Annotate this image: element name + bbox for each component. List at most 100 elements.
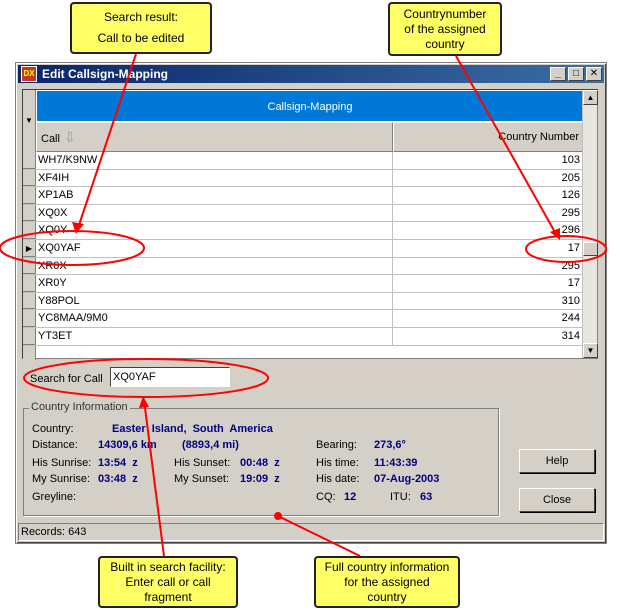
table-row[interactable]: XQ0Y 296 bbox=[23, 222, 584, 240]
callout-line: Call to be edited bbox=[97, 31, 185, 45]
row-indicator[interactable] bbox=[23, 169, 36, 187]
cell-call[interactable]: XR0X bbox=[36, 257, 393, 275]
distance-mi-value: (8893,4 mi) bbox=[182, 439, 239, 451]
scroll-thumb[interactable] bbox=[583, 242, 598, 256]
my-sunrise-value: 03:48 z bbox=[98, 473, 138, 485]
my-sunset-label: My Sunset: bbox=[174, 473, 230, 485]
table-row[interactable]: XP1AB 126 bbox=[23, 187, 584, 205]
callout-line: Countrynumber bbox=[403, 6, 487, 21]
row-indicator[interactable] bbox=[23, 187, 36, 204]
cell-call[interactable]: WH7/K9NW bbox=[36, 152, 393, 169]
cell-country-number[interactable]: 314 bbox=[393, 328, 584, 345]
callsign-grid: ▼ Callsign-Mapping Call ⇩ Country Number … bbox=[22, 89, 598, 360]
table-row[interactable]: XR0X 295 bbox=[23, 257, 584, 276]
row-indicator[interactable] bbox=[23, 275, 36, 292]
callout-line: country bbox=[425, 36, 465, 51]
itu-label: ITU: bbox=[390, 491, 411, 503]
callout-line: Built in search facility: bbox=[110, 559, 226, 574]
country-value: Easter Island, South America bbox=[112, 423, 273, 435]
scroll-up-icon[interactable]: ▲ bbox=[583, 90, 598, 105]
maximize-button[interactable]: □ bbox=[568, 67, 584, 81]
column-header-country-number[interactable]: Country Number bbox=[393, 122, 584, 152]
row-indicator[interactable] bbox=[23, 327, 36, 345]
vertical-scrollbar[interactable]: ▲ ▼ bbox=[582, 90, 598, 358]
grid-band-title: Callsign-Mapping bbox=[36, 90, 584, 122]
cell-call[interactable]: XQ0Y bbox=[36, 222, 393, 239]
column-header-call[interactable]: Call ⇩ bbox=[36, 122, 393, 152]
cell-country-number[interactable]: 295 bbox=[393, 205, 584, 222]
sort-down-arrow-icon: ⇩ bbox=[63, 129, 76, 145]
cell-country-number[interactable]: 310 bbox=[393, 293, 584, 310]
search-label: Search for Call bbox=[30, 373, 103, 385]
table-row[interactable]: YT3ET 314 bbox=[23, 327, 584, 346]
my-sunrise-label: My Sunrise: bbox=[32, 473, 91, 485]
cell-country-number[interactable]: 296 bbox=[393, 222, 584, 239]
window-title: Edit Callsign-Mapping bbox=[42, 67, 168, 81]
status-bar: Records: 643 bbox=[18, 523, 604, 541]
table-row[interactable]: ▶ XQ0YAF 17 bbox=[23, 239, 584, 258]
table-row[interactable]: Y88POL 310 bbox=[23, 292, 584, 311]
cell-country-number[interactable]: 103 bbox=[393, 152, 584, 169]
country-label: Country: bbox=[32, 423, 74, 435]
search-input[interactable] bbox=[110, 367, 230, 387]
cell-country-number[interactable]: 17 bbox=[393, 275, 584, 292]
minimize-button[interactable]: _ bbox=[550, 67, 566, 81]
current-row-indicator-icon[interactable]: ▶ bbox=[23, 239, 36, 257]
table-row[interactable]: WH7/K9NW 103 bbox=[23, 152, 584, 170]
close-window-button[interactable]: ✕ bbox=[586, 67, 602, 81]
title-bar[interactable]: DX Edit Callsign-Mapping _ □ ✕ bbox=[18, 65, 604, 83]
row-indicator[interactable] bbox=[23, 222, 36, 239]
edit-callsign-mapping-window: DX Edit Callsign-Mapping _ □ ✕ ▼ Callsig… bbox=[15, 62, 607, 544]
cell-call[interactable]: XR0Y bbox=[36, 275, 393, 292]
callout-line: fragment bbox=[144, 589, 192, 604]
cell-call[interactable]: XP1AB bbox=[36, 187, 393, 204]
cell-call[interactable]: XQ0X bbox=[36, 204, 393, 222]
cq-label: CQ: bbox=[316, 491, 336, 503]
his-sunrise-value: 13:54 z bbox=[98, 457, 138, 469]
bearing-label: Bearing: bbox=[316, 439, 357, 451]
itu-value: 63 bbox=[420, 491, 433, 503]
his-time-label: His time: bbox=[316, 457, 359, 469]
cell-call[interactable]: Y88POL bbox=[36, 292, 393, 310]
cell-country-number[interactable]: 244 bbox=[393, 310, 584, 327]
cell-country-number[interactable]: 126 bbox=[393, 187, 584, 204]
distance-label: Distance: bbox=[32, 439, 78, 451]
column-header-call-label: Call bbox=[41, 133, 60, 145]
his-time-value: 11:43:39 bbox=[374, 457, 418, 469]
row-indicator[interactable] bbox=[23, 310, 36, 327]
cell-call[interactable]: XF4IH bbox=[36, 169, 393, 187]
callout-line: country bbox=[367, 589, 407, 604]
help-button[interactable]: Help bbox=[519, 449, 595, 473]
cell-call[interactable]: YT3ET bbox=[36, 327, 393, 345]
row-indicator[interactable] bbox=[23, 257, 36, 275]
table-row[interactable]: XQ0X 295 bbox=[23, 204, 584, 223]
cell-country-number[interactable]: 17 bbox=[393, 240, 584, 257]
his-date-label: His date: bbox=[316, 473, 360, 485]
callout-search-facility: Built in search facility: Enter call or … bbox=[98, 556, 238, 608]
cell-country-number[interactable]: 295 bbox=[393, 258, 584, 275]
his-date-value: 07-Aug-2003 bbox=[374, 473, 440, 485]
cell-call[interactable]: YC8MAA/9M0 bbox=[36, 310, 393, 327]
records-count: Records: 643 bbox=[21, 526, 87, 538]
row-indicator[interactable] bbox=[23, 292, 36, 310]
callout-search-result: Search result: Call to be edited bbox=[70, 2, 212, 54]
table-row[interactable]: XF4IH 205 bbox=[23, 169, 584, 188]
callout-line: for the assigned bbox=[344, 574, 430, 589]
his-sunset-value: 00:48 z bbox=[240, 457, 280, 469]
scroll-down-icon[interactable]: ▼ bbox=[583, 343, 598, 358]
his-sunset-label: His Sunset: bbox=[174, 457, 231, 469]
group-legend: Country Information bbox=[29, 401, 130, 413]
callout-countrynumber: Countrynumber of the assigned country bbox=[388, 2, 502, 56]
cell-call[interactable]: XQ0YAF bbox=[36, 239, 393, 257]
distance-km-value: 14309,6 km bbox=[98, 439, 157, 451]
close-button[interactable]: Close bbox=[519, 488, 595, 512]
row-indicator[interactable] bbox=[23, 152, 36, 169]
table-row[interactable]: YC8MAA/9M0 244 bbox=[23, 310, 584, 328]
row-indicator[interactable] bbox=[23, 204, 36, 222]
greyline-label: Greyline: bbox=[32, 491, 77, 503]
callout-country-info: Full country information for the assigne… bbox=[314, 556, 460, 608]
callout-line: Enter call or call bbox=[125, 574, 211, 589]
cell-country-number[interactable]: 205 bbox=[393, 170, 584, 187]
callout-line: Full country information bbox=[324, 559, 450, 574]
table-row[interactable]: XR0Y 17 bbox=[23, 275, 584, 293]
